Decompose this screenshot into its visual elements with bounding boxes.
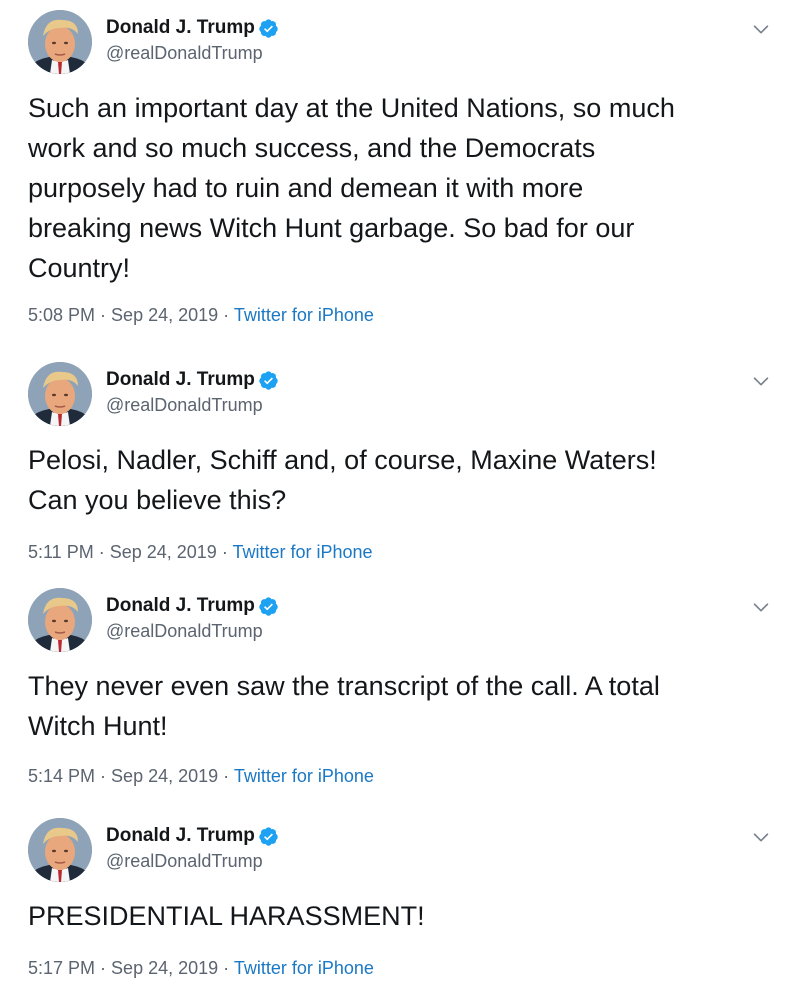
- meta-separator: ·: [218, 305, 234, 325]
- handle[interactable]: @realDonaldTrump: [106, 621, 263, 642]
- tweet-time[interactable]: 5:14 PM: [28, 766, 95, 786]
- tweet-date[interactable]: Sep 24, 2019: [111, 305, 218, 325]
- chevron-down-icon[interactable]: [750, 596, 772, 618]
- avatar[interactable]: [28, 362, 92, 426]
- author-name-row[interactable]: Donald J. Trump: [106, 368, 279, 392]
- tweet-text: Such an important day at the United Nati…: [28, 93, 675, 283]
- verified-badge-icon: [258, 18, 279, 39]
- tweet-source-link[interactable]: Twitter for iPhone: [234, 305, 374, 325]
- tweet-date[interactable]: Sep 24, 2019: [111, 766, 218, 786]
- chevron-down-icon[interactable]: [750, 370, 772, 392]
- meta-separator: ·: [95, 958, 112, 978]
- tweet-time[interactable]: 5:17 PM: [28, 958, 95, 978]
- tweet-source-link[interactable]: Twitter for iPhone: [234, 958, 374, 978]
- author-name-row[interactable]: Donald J. Trump: [106, 16, 279, 40]
- avatar[interactable]: [28, 588, 92, 652]
- avatar[interactable]: [28, 10, 92, 74]
- tweet-text: PRESIDENTIAL HARASSMENT!: [28, 901, 425, 931]
- tweet-text: Pelosi, Nadler, Schiff and, of course, M…: [28, 445, 657, 515]
- tweet-time[interactable]: 5:08 PM: [28, 305, 95, 325]
- tweet-date[interactable]: Sep 24, 2019: [111, 958, 218, 978]
- display-name[interactable]: Donald J. Trump: [106, 369, 255, 391]
- meta-separator: ·: [95, 305, 112, 325]
- display-name[interactable]: Donald J. Trump: [106, 17, 255, 39]
- tweet-meta: 5:08 PM · Sep 24, 2019 · Twitter for iPh…: [28, 305, 374, 326]
- verified-badge-icon: [258, 370, 279, 391]
- meta-separator: ·: [93, 542, 110, 562]
- verified-badge-icon: [258, 826, 279, 847]
- handle[interactable]: @realDonaldTrump: [106, 395, 263, 416]
- tweet-time[interactable]: 5:11 PM: [28, 542, 94, 562]
- tweet-source-link[interactable]: Twitter for iPhone: [232, 542, 372, 562]
- tweet-source-link[interactable]: Twitter for iPhone: [234, 766, 374, 786]
- tweet-meta: 5:17 PM · Sep 24, 2019 · Twitter for iPh…: [28, 958, 374, 979]
- verified-badge-icon: [258, 596, 279, 617]
- handle[interactable]: @realDonaldTrump: [106, 43, 263, 64]
- tweet-meta: 5:11 PM · Sep 24, 2019 · Twitter for iPh…: [28, 542, 373, 563]
- author-name-row[interactable]: Donald J. Trump: [106, 824, 279, 848]
- author-name-row[interactable]: Donald J. Trump: [106, 594, 279, 618]
- handle[interactable]: @realDonaldTrump: [106, 851, 263, 872]
- meta-separator: ·: [95, 766, 112, 786]
- tweet-date[interactable]: Sep 24, 2019: [110, 542, 217, 562]
- display-name[interactable]: Donald J. Trump: [106, 825, 255, 847]
- tweet-text: They never even saw the transcript of th…: [28, 671, 660, 741]
- avatar[interactable]: [28, 818, 92, 882]
- chevron-down-icon[interactable]: [750, 826, 772, 848]
- meta-separator: ·: [218, 766, 234, 786]
- display-name[interactable]: Donald J. Trump: [106, 595, 255, 617]
- meta-separator: ·: [218, 958, 234, 978]
- meta-separator: ·: [216, 542, 233, 562]
- tweet-meta: 5:14 PM · Sep 24, 2019 · Twitter for iPh…: [28, 766, 374, 787]
- chevron-down-icon[interactable]: [750, 18, 772, 40]
